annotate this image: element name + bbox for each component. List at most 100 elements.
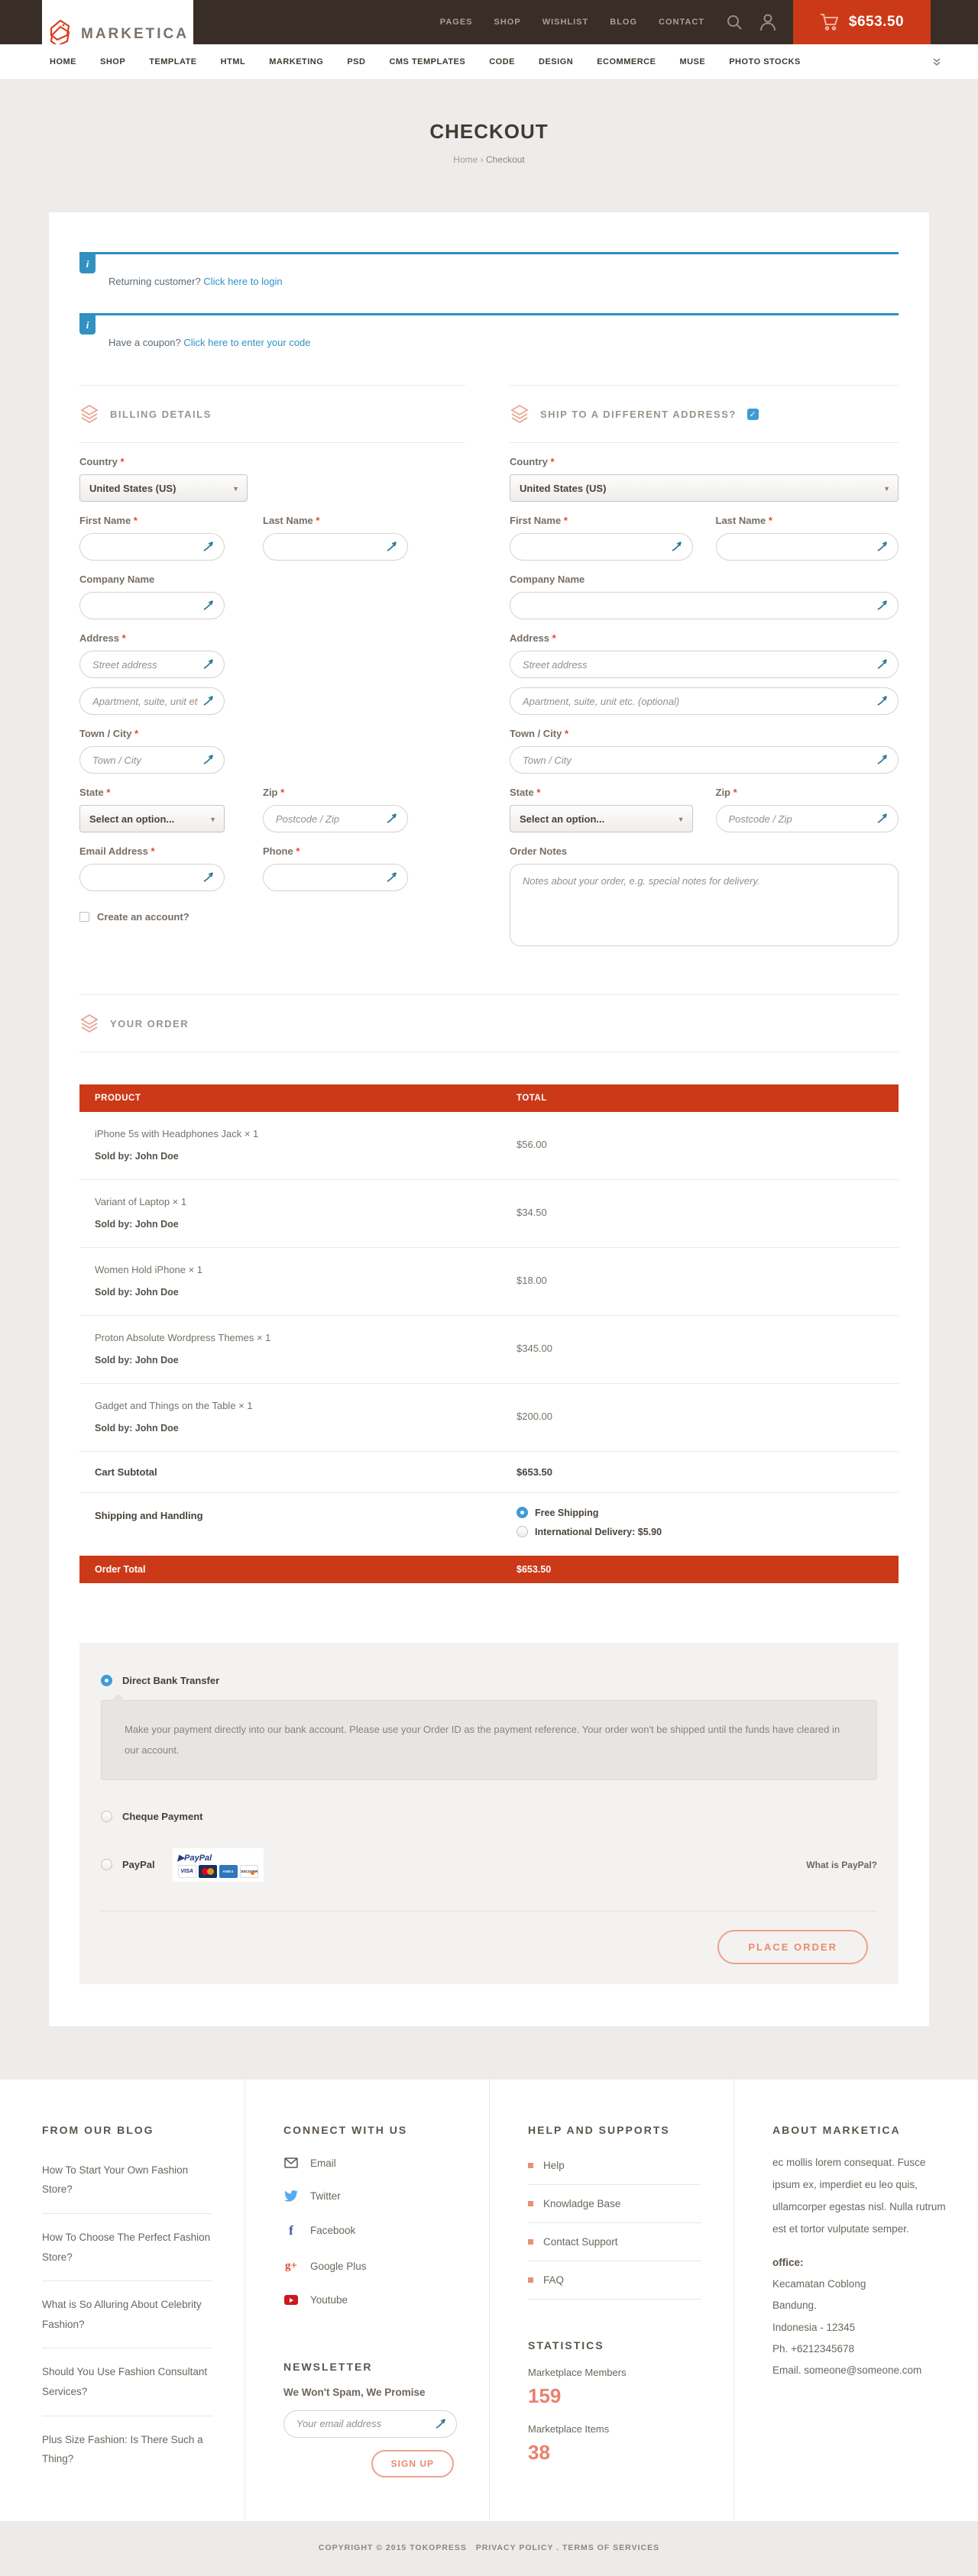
blog-link[interactable]: How To Choose The Perfect Fashion Store? [42,2214,212,2281]
shipping-company-input[interactable] [510,592,899,619]
nav-design[interactable]: DESIGN [539,57,573,66]
billing-first-name-input[interactable] [79,533,225,561]
blog-link[interactable]: Should You Use Fashion Consultant Servic… [42,2348,212,2416]
billing-apartment-input[interactable] [79,687,225,715]
what-is-paypal-link[interactable]: What is PayPal? [806,1860,877,1870]
login-link[interactable]: Click here to login [203,276,282,287]
contact-support-link[interactable]: Contact Support [528,2223,701,2261]
header-nav-pages[interactable]: PAGES [440,18,473,27]
billing-state-select[interactable]: Select an option...▼ [79,805,225,832]
header-nav-shop[interactable]: SHOP [494,18,521,27]
nav-psd[interactable]: PSD [347,57,365,66]
billing-phone-input[interactable] [263,864,408,891]
shipping-street-input[interactable] [510,651,899,678]
coupon-link[interactable]: Click here to enter your code [183,337,310,348]
shipping-zip-input[interactable] [716,805,899,832]
faq-link[interactable]: FAQ [528,2261,701,2300]
create-account-checkbox[interactable] [79,912,89,922]
shipping-last-name-input[interactable] [716,533,899,561]
terms-of-services-link[interactable]: TERMS OF SERVICES [562,2543,659,2552]
billing-country-select[interactable]: United States (US)▼ [79,474,248,502]
billing-email-input[interactable] [79,864,225,891]
blog-link[interactable]: Plus Size Fashion: Is There Such a Thing… [42,2416,212,2483]
order-row: Gadget and Things on the Table × 1 Sold … [79,1384,899,1452]
blog-link[interactable]: What is So Alluring About Celebrity Fash… [42,2281,212,2348]
twitter-link[interactable]: Twitter [283,2180,457,2212]
shipping-state-select[interactable]: Select an option...▼ [510,805,693,832]
nav-code[interactable]: CODE [489,57,515,66]
search-icon[interactable] [726,14,743,31]
shipping-handling-row: Shipping and Handling Free Shipping Inte… [79,1493,899,1556]
facebook-link[interactable]: f Facebook [283,2212,457,2249]
help-supports-heading: HELP AND SUPPORTS [528,2124,701,2136]
returning-customer-text: Returning customer? [108,276,201,287]
header-nav-wishlist[interactable]: WISHLIST [542,18,589,27]
create-account-label: Create an account? [97,911,189,923]
billing-country-label: Country [79,456,118,467]
header-nav-blog[interactable]: BLOG [610,18,637,27]
chevron-down-icon: ▼ [209,816,216,823]
total-column-header: TOTAL [517,1094,899,1103]
nav-marketing[interactable]: MARKETING [269,57,323,66]
shipping-zip-label: Zip [716,787,731,798]
google-plus-link[interactable]: g+ Google Plus [283,2249,457,2283]
nav-shop[interactable]: SHOP [100,57,125,66]
ship-different-address-checkbox[interactable]: ✓ [747,409,759,420]
free-shipping-radio[interactable] [517,1507,528,1518]
privacy-policy-link[interactable]: PRIVACY POLICY [476,2543,554,2552]
cheque-payment-radio[interactable] [101,1811,112,1822]
email-link[interactable]: Email [283,2147,457,2180]
breadcrumb-home[interactable]: Home [453,154,478,165]
shipping-first-name-input[interactable] [510,533,693,561]
nav-photo-stocks[interactable]: PHOTO STOCKS [729,57,801,66]
nav-ecommerce[interactable]: ECOMMERCE [597,57,656,66]
nav-cms-templates[interactable]: CMS TEMPLATES [389,57,465,66]
nav-template[interactable]: TEMPLATE [149,57,196,66]
user-account-icon[interactable] [759,13,776,31]
paypal-radio[interactable] [101,1859,112,1870]
billing-company-input[interactable] [79,592,225,619]
billing-street-input[interactable] [79,651,225,678]
product-seller: Sold by: John Doe [95,1219,517,1230]
chevron-down-icon: ▼ [232,485,239,493]
newsletter-email-input[interactable] [283,2410,457,2438]
nav-html[interactable]: HTML [221,57,246,66]
cart-subtotal-value: $653.50 [517,1466,899,1478]
product-name: Gadget and Things on the Table × 1 [95,1400,517,1411]
place-order-button[interactable]: PLACE ORDER [717,1930,868,1964]
blog-link[interactable]: How To Start Your Own Fashion Store? [42,2147,212,2214]
sign-up-button[interactable]: SIGN UP [371,2450,454,2477]
nav-home[interactable]: HOME [50,57,76,66]
international-delivery-radio[interactable] [517,1526,528,1537]
billing-last-name-input[interactable] [263,533,408,561]
amex-card-icon: AMEX [219,1865,238,1878]
cart-subtotal-label: Cart Subtotal [79,1466,517,1478]
billing-zip-input[interactable] [263,805,408,832]
product-price: $18.00 [517,1264,899,1286]
billing-town-input[interactable] [79,746,225,774]
cheque-payment-label: Cheque Payment [122,1811,202,1822]
youtube-link[interactable]: Youtube [283,2283,457,2316]
more-categories-chevron-icon[interactable] [932,57,941,66]
shipping-country-select[interactable]: United States (US)▼ [510,474,899,502]
billing-details-heading: BILLING DETAILS [110,409,212,420]
help-link[interactable]: Help [528,2147,701,2185]
bank-transfer-radio[interactable] [101,1675,112,1686]
breadcrumb: Home › Checkout [0,154,978,165]
cart-button[interactable]: $653.50 [793,0,931,44]
shipping-apartment-input[interactable] [510,687,899,715]
order-total-value: $653.50 [517,1564,899,1575]
order-notes-textarea[interactable] [510,864,899,946]
order-row: Variant of Laptop × 1 Sold by: John Doe … [79,1180,899,1248]
shipping-form: SHIP TO A DIFFERENT ADDRESS? ✓ Country *… [510,385,899,950]
product-price: $34.50 [517,1196,899,1218]
page-title: CHECKOUT [0,120,978,144]
header-nav-contact[interactable]: CONTACT [659,18,704,27]
nav-muse[interactable]: MUSE [679,57,705,66]
billing-state-label: State [79,787,104,798]
knowledge-base-link[interactable]: Knowladge Base [528,2185,701,2223]
cart-total: $653.50 [849,14,904,31]
shipping-town-input[interactable] [510,746,899,774]
square-bullet-icon [528,2163,533,2168]
shop-category-nav: HOME SHOP TEMPLATE HTML MARKETING PSD CM… [0,44,978,80]
